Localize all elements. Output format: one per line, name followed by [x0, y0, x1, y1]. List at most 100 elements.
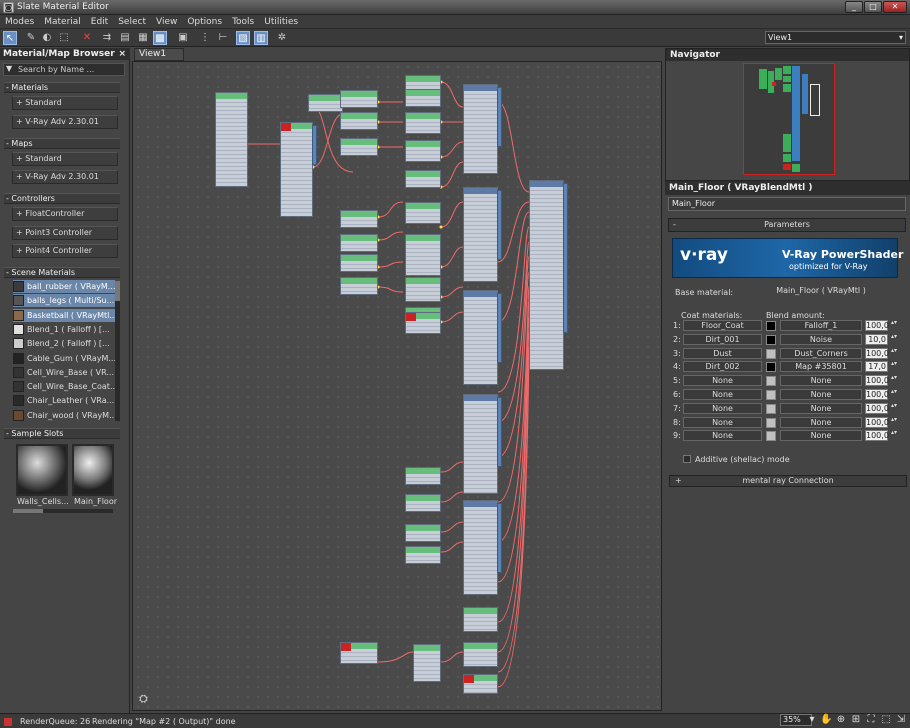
menu-modes[interactable]: Modes [0, 15, 39, 29]
map-node[interactable] [340, 112, 378, 130]
coat-material-button[interactable]: None [683, 416, 762, 428]
map-node[interactable] [340, 138, 378, 156]
map-node[interactable] [405, 494, 441, 512]
parameter-editor-toggle-icon[interactable]: ▥ [254, 31, 268, 45]
point4-controller[interactable]: + Point4 Controller [12, 244, 118, 258]
close-icon[interactable]: × [118, 48, 126, 60]
map-node[interactable] [340, 642, 378, 664]
binoculars-icon[interactable]: ⛭ [139, 692, 148, 706]
zoom-dropdown-icon[interactable]: ▾ [806, 714, 818, 726]
select-by-material-icon[interactable]: ✲ [275, 31, 289, 45]
section-controllers[interactable]: - Controllers [4, 193, 120, 204]
blend-map-button[interactable]: Falloff_1 [780, 320, 862, 331]
material-node[interactable] [463, 84, 502, 174]
scene-material-item[interactable]: Chair_wood ( VRayM... [13, 409, 115, 422]
coat-color-swatch[interactable] [766, 390, 776, 400]
map-node[interactable] [340, 234, 378, 252]
coat-material-button[interactable]: Dirt_001 [683, 333, 762, 345]
blend-map-button[interactable]: None [780, 402, 862, 414]
scene-list-scrollbar[interactable] [115, 281, 120, 421]
map-node[interactable] [308, 94, 343, 112]
coat-color-swatch[interactable] [766, 431, 776, 442]
blend-map-button[interactable]: Map #35801 [780, 361, 862, 373]
sample-slot-thumbnail[interactable] [72, 444, 114, 496]
material-node[interactable] [463, 394, 502, 494]
app-icon[interactable]: ◙ [3, 2, 14, 13]
coat-material-button[interactable]: None [683, 402, 762, 414]
sample-slots-scrollbar[interactable] [13, 509, 113, 513]
blend-amount-spinner[interactable]: 100,0 [865, 416, 889, 428]
coat-color-swatch[interactable] [766, 376, 776, 387]
menu-select[interactable]: Select [113, 15, 151, 29]
spinner-arrows-icon[interactable]: ▴▾ [891, 416, 897, 428]
minimize-button[interactable]: _ [845, 1, 863, 13]
blend-map-button[interactable]: None [780, 416, 862, 428]
blend-amount-spinner[interactable]: 100,0 [865, 320, 889, 331]
coat-color-swatch[interactable] [766, 417, 776, 428]
blend-amount-spinner[interactable]: 100,0 [865, 389, 889, 400]
materials-standard[interactable]: + Standard [12, 96, 118, 110]
map-node[interactable] [405, 140, 441, 162]
layout-children-icon[interactable]: ⊢ [216, 31, 230, 45]
map-node[interactable] [340, 210, 378, 228]
blend-amount-spinner[interactable]: 100,0 [865, 347, 889, 359]
pan-to-selected-icon[interactable]: ⇲ [895, 714, 907, 726]
navigator-viewport[interactable] [743, 63, 835, 175]
map-node[interactable] [463, 642, 498, 667]
blend-map-button[interactable]: Noise [780, 333, 862, 345]
node-view-canvas[interactable]: ⛭ [132, 61, 662, 711]
search-options-icon[interactable]: ▼ [6, 64, 12, 73]
coat-material-button[interactable]: None [683, 389, 762, 400]
scene-material-item[interactable]: Blend_1 ( Falloff ) [... [13, 323, 115, 336]
menu-view[interactable]: View [151, 15, 182, 29]
blend-map-button[interactable]: Dust_Corners [780, 347, 862, 359]
tab-view1[interactable]: View1 [134, 48, 184, 61]
additive-checkbox[interactable] [683, 455, 691, 463]
map-node[interactable] [340, 90, 378, 108]
search-input[interactable]: Search by Name ... [18, 65, 94, 74]
spinner-arrows-icon[interactable]: ▴▾ [891, 347, 897, 359]
delete-icon[interactable]: ✕ [80, 31, 94, 45]
scene-material-item[interactable]: Cell_Wire_Base_Coat... [13, 380, 115, 393]
coat-color-swatch[interactable] [766, 403, 776, 414]
blend-amount-spinner[interactable]: 17,0 [865, 361, 888, 373]
map-node[interactable] [405, 234, 441, 276]
map-node[interactable] [405, 277, 441, 302]
spinner-arrows-icon[interactable]: ▴▾ [891, 375, 897, 386]
point3-controller[interactable]: + Point3 Controller [12, 226, 118, 240]
coat-material-button[interactable]: None [683, 430, 762, 442]
map-node[interactable] [405, 467, 441, 485]
coat-color-swatch[interactable] [766, 321, 776, 331]
coat-material-button[interactable]: None [683, 375, 762, 387]
background-icon[interactable]: ▩ [153, 31, 167, 45]
spinner-arrows-icon[interactable]: ▴▾ [891, 320, 897, 331]
layout-vertical-icon[interactable]: ⋮ [198, 31, 212, 45]
section-scene-materials[interactable]: - Scene Materials [4, 267, 120, 278]
zoom-extents-selected-icon[interactable]: ⬚ [880, 714, 892, 726]
materials-vray[interactable]: + V-Ray Adv 2.30.01 [12, 115, 118, 129]
section-maps[interactable]: - Maps [4, 138, 120, 149]
material-node[interactable] [463, 500, 502, 595]
maps-vray[interactable]: + V-Ray Adv 2.30.01 [12, 170, 118, 184]
menu-tools[interactable]: Tools [227, 15, 259, 29]
coat-material-button[interactable]: Floor_Coat [683, 320, 762, 331]
material-node[interactable] [463, 290, 502, 385]
hide-slots-icon[interactable]: ▤ [118, 31, 132, 45]
blend-amount-spinner[interactable]: 10,0 [865, 333, 888, 345]
map-node[interactable] [340, 277, 378, 295]
section-materials[interactable]: - Materials [4, 82, 120, 93]
zoom-region-icon[interactable]: ⊞ [850, 714, 862, 726]
coat-color-swatch[interactable] [766, 348, 776, 359]
maps-standard[interactable]: + Standard [12, 152, 118, 166]
float-controller[interactable]: + FloatController [12, 207, 118, 221]
layout-all-icon[interactable]: ▣ [176, 31, 190, 45]
blend-map-button[interactable]: None [780, 375, 862, 387]
scene-material-item[interactable]: Chair_Leather ( VRa... [13, 394, 115, 407]
material-name-field[interactable]: Main_Floor [668, 197, 906, 211]
scene-material-item[interactable]: Blend_2 ( Falloff ) [... [13, 337, 115, 350]
map-node[interactable] [405, 112, 441, 134]
spinner-arrows-icon[interactable]: ▴▾ [891, 333, 897, 345]
zoom-extents-icon[interactable]: ⛶ [865, 714, 877, 726]
sample-slot-thumbnail[interactable] [16, 444, 68, 496]
show-map-icon[interactable]: ▦ [136, 31, 150, 45]
